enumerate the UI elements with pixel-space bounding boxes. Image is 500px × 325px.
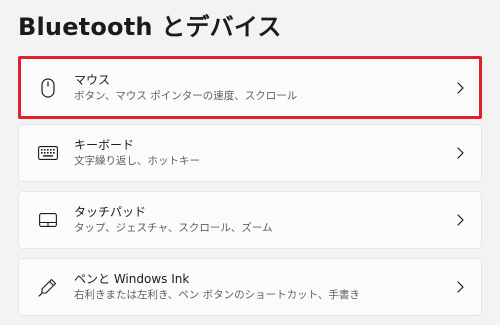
- settings-item-subtitle: 文字繰り返し、ホットキー: [74, 155, 200, 167]
- settings-item-pen[interactable]: ペンと Windows Ink 右利きまたは左利き、ペン ボタンのショートカット…: [18, 258, 482, 316]
- settings-item-mouse[interactable]: マウス ボタン、マウス ポインターの速度、スクロール: [18, 56, 482, 119]
- mouse-icon: [37, 77, 59, 99]
- settings-item-text: タッチパッド タップ、ジェスチャ、スクロール、ズーム: [74, 204, 273, 236]
- settings-item-subtitle: 右利きまたは左利き、ペン ボタンのショートカット、手書き: [74, 289, 360, 301]
- settings-item-touchpad[interactable]: タッチパッド タップ、ジェスチャ、スクロール、ズーム: [18, 191, 482, 249]
- chevron-right-icon: [455, 147, 465, 159]
- settings-item-keyboard[interactable]: キーボード 文字繰り返し、ホットキー: [18, 124, 482, 182]
- settings-item-title: タッチパッド: [74, 205, 147, 219]
- settings-item-text: マウス ボタン、マウス ポインターの速度、スクロール: [74, 72, 297, 104]
- settings-item-title: キーボード: [74, 138, 135, 152]
- touchpad-icon: [37, 209, 59, 231]
- settings-item-title: マウス: [74, 72, 111, 87]
- settings-item-text: キーボード 文字繰り返し、ホットキー: [74, 137, 200, 169]
- chevron-right-icon: [455, 281, 465, 293]
- pen-icon: [37, 276, 59, 298]
- settings-item-subtitle: ボタン、マウス ポインターの速度、スクロール: [74, 89, 298, 102]
- settings-list: マウス ボタン、マウス ポインターの速度、スクロール キーボード 文字繰り返し、…: [18, 56, 482, 325]
- chevron-right-icon: [455, 81, 465, 94]
- page-title: Bluetooth とデバイス: [18, 13, 282, 41]
- keyboard-icon: [37, 142, 59, 164]
- settings-item-subtitle: タップ、ジェスチャ、スクロール、ズーム: [74, 222, 273, 234]
- settings-item-title: ペンと Windows Ink: [74, 272, 190, 286]
- settings-item-text: ペンと Windows Ink 右利きまたは左利き、ペン ボタンのショートカット…: [74, 271, 360, 303]
- chevron-right-icon: [455, 214, 465, 226]
